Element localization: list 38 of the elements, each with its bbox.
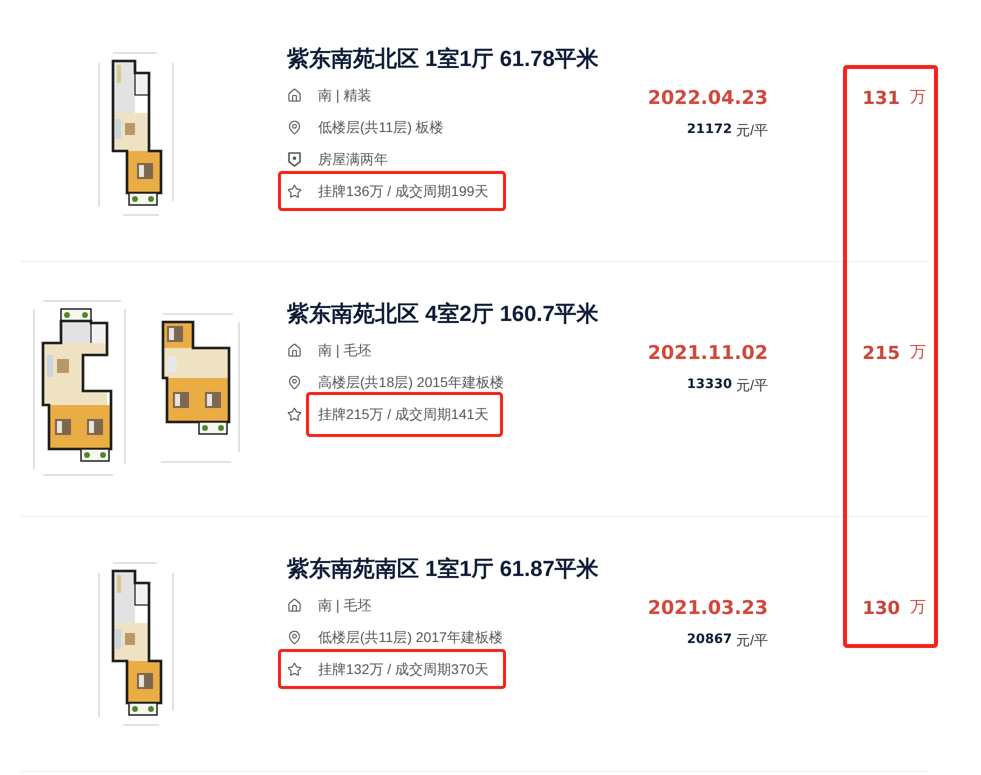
detail-text: 房屋满两年: [318, 150, 388, 168]
star-icon: [287, 184, 302, 198]
unit-price: 13330: [686, 376, 732, 394]
detail-text: 南 | 毛坯: [318, 340, 372, 360]
deal-date: 2021.11.02: [648, 340, 768, 366]
detail-text: 挂牌136万 / 成交周期199天: [318, 182, 488, 200]
unit-price: 21172: [686, 121, 732, 140]
unit-price: 20867: [686, 631, 732, 650]
listing-title[interactable]: 紫东南苑南区 1室1厅 61.87平米: [287, 554, 599, 584]
detail-text: 南 | 精装: [318, 86, 372, 105]
map-pin-icon: [287, 374, 302, 390]
house-icon: [287, 342, 302, 358]
detail-text: 高楼层(共18层) 2015年建板楼: [318, 372, 504, 392]
total-price-unit: 万: [910, 343, 926, 363]
total-price: 130: [862, 596, 900, 620]
detail-text: 低楼层(共11层) 2017年建板楼: [318, 628, 503, 647]
listing-title[interactable]: 紫东南苑北区 1室1厅 61.78平米: [287, 44, 599, 74]
total-price-unit: 万: [910, 88, 926, 108]
total-price: 131: [862, 86, 900, 110]
unit-price-unit: 元/平: [736, 630, 768, 650]
listing-title[interactable]: 紫东南苑北区 4室2厅 160.7平米: [287, 299, 599, 329]
detail-text: 挂牌132万 / 成交周期370天: [318, 660, 488, 678]
deal-date: 2021.03.23: [648, 596, 768, 621]
star-icon: [287, 406, 302, 422]
detail-text: 低楼层(共11层) 板楼: [318, 118, 444, 137]
shield-icon: [288, 152, 301, 166]
unit-price-unit: 元/平: [736, 120, 768, 140]
star-icon: [287, 662, 302, 676]
house-icon: [287, 88, 302, 102]
total-price-unit: 万: [910, 598, 926, 618]
unit-price-unit: 元/平: [736, 376, 768, 394]
deal-date: 2022.04.23: [648, 86, 768, 111]
detail-text: 南 | 毛坯: [318, 596, 372, 615]
map-pin-icon: [287, 630, 302, 644]
detail-text: 挂牌215万 / 成交周期141天: [318, 404, 488, 424]
house-icon: [287, 598, 302, 612]
total-price: 215: [862, 342, 900, 366]
map-pin-icon: [287, 120, 302, 134]
